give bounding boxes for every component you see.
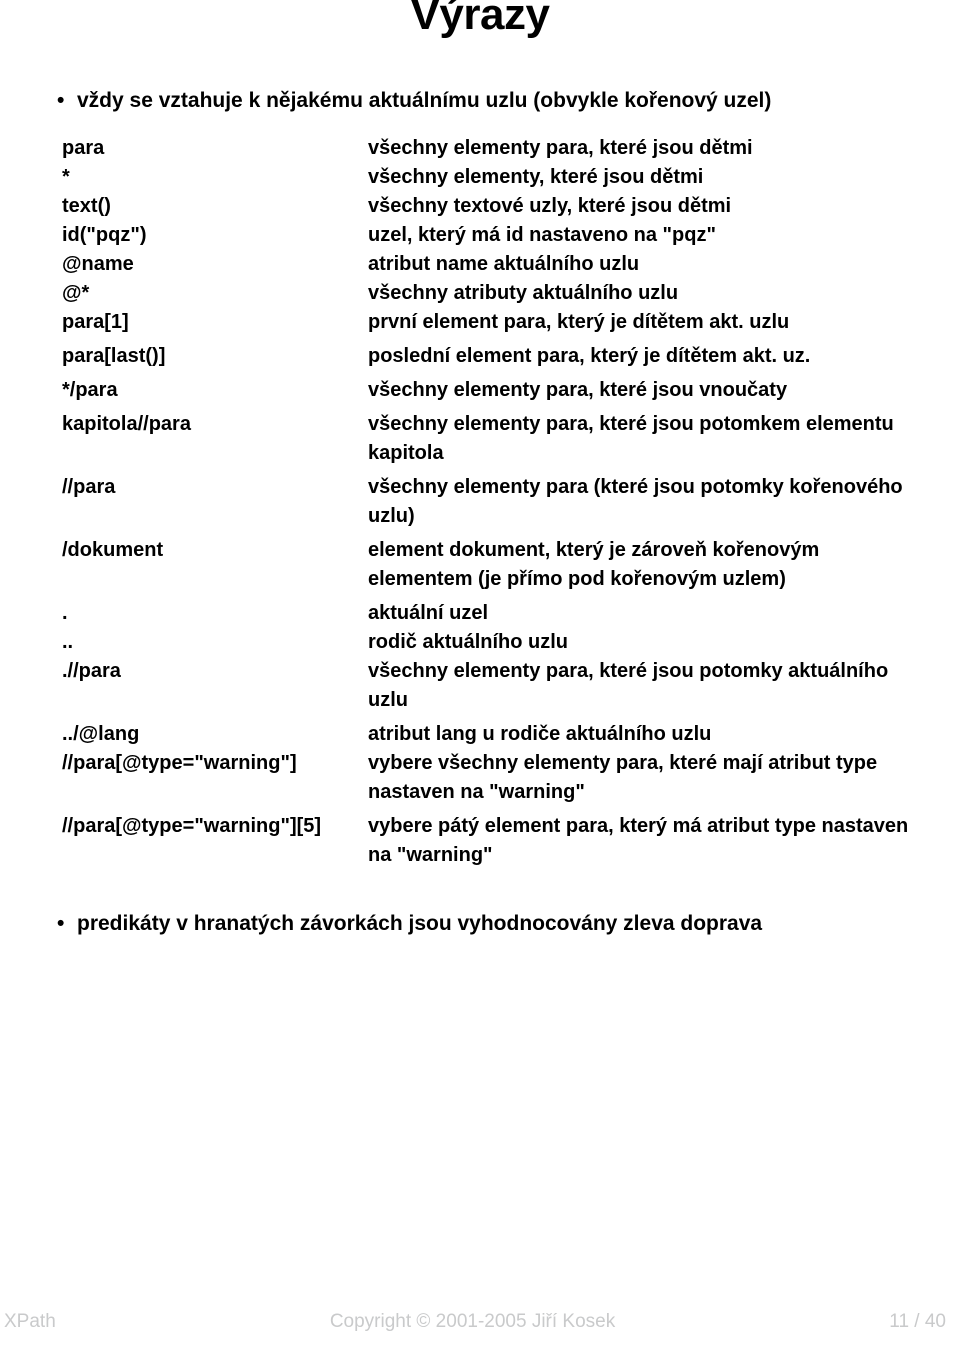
expression-term: /dokument <box>62 539 164 561</box>
expression-term: kapitola//para <box>62 413 191 435</box>
table-row: /dokument element dokument, který je zár… <box>0 536 960 599</box>
expression-description: vybere pátý element para, který má atrib… <box>368 815 909 866</box>
expression-term: * <box>62 166 70 188</box>
expression-term: //para[@type="warning"] <box>62 752 297 774</box>
table-row: * všechny elementy, které jsou dětmi <box>0 163 960 192</box>
expression-description: poslední element para, který je dítětem … <box>368 345 811 367</box>
expression-term: text() <box>62 195 111 217</box>
slide-content: • vždy se vztahuje k nějakému aktuálnímu… <box>0 86 960 939</box>
table-body: para všechny elementy para, které jsou d… <box>0 134 960 875</box>
expression-term: para[1] <box>62 311 129 333</box>
expression-term: */para <box>62 379 118 401</box>
bottom-bullet-text: predikáty v hranatých závorkách jsou vyh… <box>77 912 763 935</box>
table-row: //para[@type="warning"] vybere všechny e… <box>0 749 960 812</box>
expression-term: @name <box>62 253 134 275</box>
table-row: kapitola//para všechny elementy para, kt… <box>0 410 960 473</box>
table-row: para všechny elementy para, které jsou d… <box>0 134 960 163</box>
expression-term: .. <box>62 631 74 653</box>
table-row: .//para všechny elementy para, které jso… <box>0 657 960 720</box>
expression-term: para[last()] <box>62 345 166 367</box>
expression-description: všechny elementy para (které jsou potomk… <box>368 476 903 527</box>
expression-term: . <box>62 602 68 624</box>
table-row: para[1] první element para, který je dít… <box>0 308 960 342</box>
top-bullet-text: vždy se vztahuje k nějakému aktuálnímu u… <box>77 89 772 112</box>
bullet-icon: • <box>57 912 65 935</box>
expression-term: ../@lang <box>62 723 140 745</box>
table-row: text() všechny textové uzly, které jsou … <box>0 192 960 221</box>
footer-topic: XPath <box>4 1311 56 1332</box>
expression-description: první element para, který je dítětem akt… <box>368 311 790 333</box>
table-row: id("pqz") uzel, který má id nastaveno na… <box>0 221 960 250</box>
expression-description: všechny elementy para, které jsou vnouča… <box>368 379 788 401</box>
expression-description: atribut name aktuálního uzlu <box>368 253 640 275</box>
expression-term: //para <box>62 476 116 498</box>
expression-description: rodič aktuálního uzlu <box>368 631 569 653</box>
page-footer: XPath Copyright © 2001-2005 Jiří Kosek 1… <box>0 1307 960 1337</box>
table-row: @* všechny atributy aktuálního uzlu <box>0 279 960 308</box>
expression-description: uzel, který má id nastaveno na "pqz" <box>368 224 716 246</box>
expression-description: element dokument, který je zároveň kořen… <box>368 539 820 590</box>
table-row: . aktuální uzel <box>0 599 960 628</box>
expression-description: všechny elementy para, které jsou dětmi <box>368 137 753 159</box>
expression-description: vybere všechny elementy para, které mají… <box>368 752 878 803</box>
page-title: Výrazy <box>410 0 550 39</box>
top-bullet-item: • vždy se vztahuje k nějakému aktuálnímu… <box>0 86 960 116</box>
expression-description: atribut lang u rodiče aktuálního uzlu <box>368 723 712 745</box>
footer-copyright: Copyright © 2001-2005 Jiří Kosek <box>329 1311 616 1332</box>
expression-term: id("pqz") <box>62 224 147 246</box>
xpath-expression-table: para všechny elementy para, které jsou d… <box>0 134 960 875</box>
expression-description: aktuální uzel <box>368 602 489 624</box>
expression-term: para <box>62 137 105 159</box>
expression-term: .//para <box>62 660 121 682</box>
table-row: .. rodič aktuálního uzlu <box>0 628 960 657</box>
bottom-bullet-item: • predikáty v hranatých závorkách jsou v… <box>0 909 960 939</box>
table-row: */para všechny elementy para, které jsou… <box>0 376 960 410</box>
table-row: @name atribut name aktuálního uzlu <box>0 250 960 279</box>
expression-description: všechny elementy para, které jsou potomk… <box>368 413 894 464</box>
expression-description: všechny elementy, které jsou dětmi <box>368 166 704 188</box>
footer-page-number: 11 / 40 <box>889 1311 946 1332</box>
bullet-icon: • <box>57 89 65 112</box>
expression-description: všechny atributy aktuálního uzlu <box>368 282 679 304</box>
expression-description: všechny textové uzly, které jsou dětmi <box>368 195 732 217</box>
expression-term: //para[@type="warning"][5] <box>62 815 322 837</box>
expression-term: @* <box>62 282 90 304</box>
table-row: ../@lang atribut lang u rodiče aktuálníh… <box>0 720 960 749</box>
expression-description: všechny elementy para, které jsou potomk… <box>368 660 889 711</box>
table-row: //para[@type="warning"][5] vybere pátý e… <box>0 812 960 875</box>
table-row: para[last()] poslední element para, kter… <box>0 342 960 376</box>
table-row: //para všechny elementy para (které jsou… <box>0 473 960 536</box>
